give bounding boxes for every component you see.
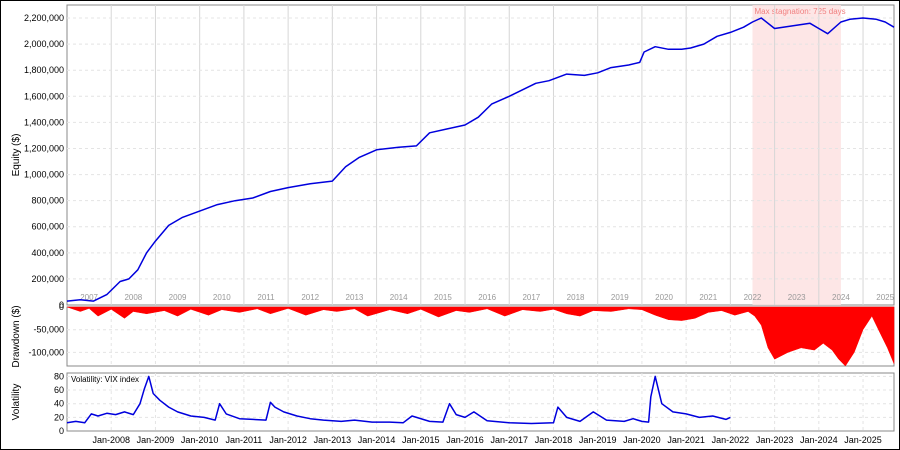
year-label: 2017 [522, 293, 540, 302]
stagnation-highlight [752, 5, 841, 305]
equity-tick-label: 600,000 [31, 222, 64, 232]
year-label: 2024 [832, 293, 850, 302]
stagnation-label: Max stagnation: 725 days [754, 7, 845, 16]
equity-tick-label: 2,000,000 [24, 39, 64, 49]
x-tick-label: Jan-2014 [358, 435, 396, 445]
x-tick-label: Jan-2012 [269, 435, 307, 445]
volatility-tick-label: 80 [54, 371, 64, 381]
x-tick-label: Jan-2025 [844, 435, 882, 445]
equity-tick-label: 200,000 [31, 274, 64, 284]
equity-tick-label: 1,600,000 [24, 91, 64, 101]
equity-tick-label: 1,400,000 [24, 117, 64, 127]
x-tick-label: Jan-2015 [402, 435, 440, 445]
year-label: 2022 [744, 293, 762, 302]
volatility-tick-label: 40 [54, 399, 64, 409]
equity-tick-label: 800,000 [31, 196, 64, 206]
x-tick-label: Jan-2021 [667, 435, 705, 445]
year-label: 2018 [567, 293, 585, 302]
year-label: 2016 [478, 293, 496, 302]
x-tick-label: Jan-2022 [712, 435, 750, 445]
year-label: 2014 [390, 293, 408, 302]
year-label: 2009 [169, 293, 187, 302]
volatility-tick-label: 0 [59, 426, 64, 436]
equity-tick-label: 2,200,000 [24, 13, 64, 23]
equity-tick-label: 1,000,000 [24, 170, 64, 180]
x-tick-label: Jan-2017 [490, 435, 528, 445]
drawdown-tick-label: -100,000 [28, 347, 64, 357]
x-tick-label: Jan-2010 [181, 435, 219, 445]
drawdown-axis-label: Drawdown ($) [11, 305, 22, 367]
x-tick-label: Jan-2008 [92, 435, 130, 445]
x-tick-label: Jan-2016 [446, 435, 484, 445]
x-tick-label: Jan-2009 [137, 435, 175, 445]
year-label: 2011 [257, 293, 275, 302]
drawdown-tick-label: -50,000 [33, 325, 64, 335]
x-tick-label: Jan-2011 [225, 435, 262, 445]
volatility-axis-label: Volatility [11, 384, 22, 421]
volatility-tick-label: 20 [54, 412, 64, 422]
equity-tick-label: 1,200,000 [24, 143, 64, 153]
x-tick-label: Jan-2024 [800, 435, 838, 445]
year-label: 2012 [301, 293, 319, 302]
year-label: 2013 [346, 293, 364, 302]
year-label: 2021 [699, 293, 717, 302]
x-tick-label: Jan-2019 [579, 435, 617, 445]
year-label: 2008 [124, 293, 142, 302]
x-tick-label: Jan-2018 [535, 435, 573, 445]
year-label: 2010 [213, 293, 231, 302]
year-label: 2025 [876, 293, 894, 302]
year-label: 2023 [788, 293, 806, 302]
drawdown-tick-label: 0 [59, 302, 64, 312]
volatility-plot-area [66, 372, 895, 432]
x-tick-label: Jan-2020 [623, 435, 661, 445]
year-label: 2020 [655, 293, 673, 302]
x-tick-label: Jan-2023 [756, 435, 794, 445]
volatility-title: Volatility: VIX index [71, 375, 139, 384]
year-label: 2019 [611, 293, 629, 302]
equity-tick-label: 400,000 [31, 248, 64, 258]
year-label: 2015 [434, 293, 452, 302]
equity-tick-label: 1,800,000 [24, 65, 64, 75]
volatility-tick-label: 60 [54, 385, 64, 395]
x-tick-label: Jan-2013 [314, 435, 352, 445]
equity-axis-label: Equity ($) [11, 134, 22, 177]
backtest-chart: Max stagnation: 725 days2007 2008 2009 2010… [11, 4, 895, 445]
